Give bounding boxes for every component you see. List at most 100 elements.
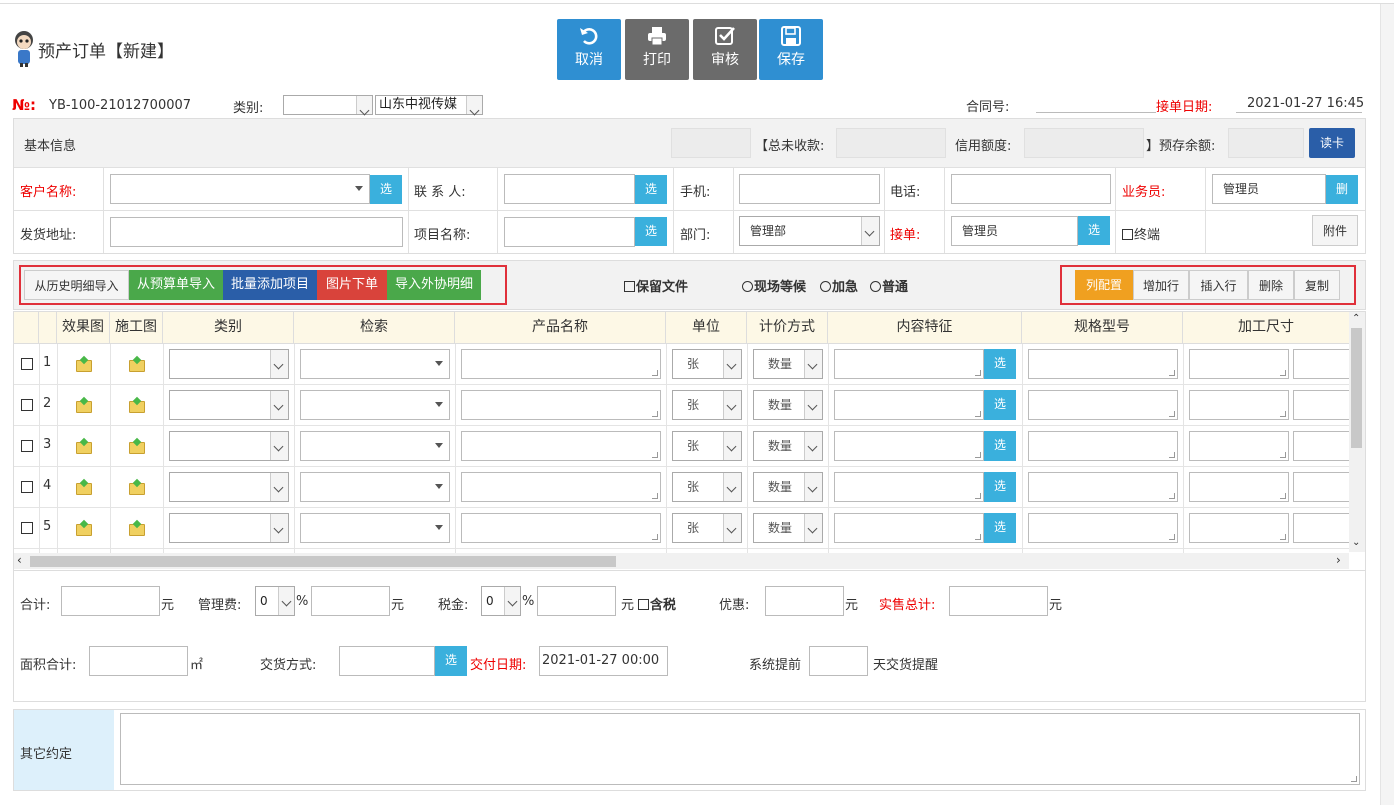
address-input[interactable] <box>110 217 403 247</box>
table-vscrollbar[interactable]: ⌃ ⌄ <box>1349 312 1365 552</box>
row-spec-input[interactable] <box>1028 431 1178 461</box>
table-hscroll-thumb[interactable] <box>30 556 616 567</box>
category-select[interactable] <box>283 95 373 115</box>
chevron-down-icon[interactable]: ⌄ <box>1352 538 1360 548</box>
cancel-button[interactable]: 取消 <box>557 19 621 80</box>
row-size-width-input[interactable] <box>1189 390 1289 420</box>
delivery-pick-button[interactable]: 选 <box>435 646 467 676</box>
insert-row-button[interactable]: 插入行 <box>1189 270 1248 300</box>
deliver-date-input[interactable]: 2021-01-27 00:00 <box>539 646 668 676</box>
row-size-height-input[interactable] <box>1293 431 1349 461</box>
row-pricing-select[interactable]: 数量 <box>753 349 823 379</box>
row-content-input[interactable] <box>834 349 984 379</box>
phone-input[interactable] <box>951 174 1111 204</box>
receiver-pick-button[interactable]: 选 <box>1078 216 1110 245</box>
upload-folder-icon[interactable] <box>76 442 92 454</box>
row-unit-select[interactable]: 张 <box>672 472 742 502</box>
delivery-input[interactable] <box>339 646 435 676</box>
image-order-button[interactable]: 图片下单 <box>317 270 387 300</box>
chevron-right-icon[interactable]: › <box>1336 553 1341 567</box>
delete-row-button[interactable]: 删除 <box>1248 270 1294 300</box>
audit-button[interactable]: 审核 <box>693 19 757 80</box>
chevron-left-icon[interactable]: ‹ <box>17 553 22 567</box>
table-hscrollbar[interactable]: ‹ › <box>14 553 1349 569</box>
row-spec-input[interactable] <box>1028 513 1178 543</box>
keep-file-checkbox[interactable]: 保留文件 <box>624 276 688 295</box>
row-pricing-select[interactable]: 数量 <box>753 390 823 420</box>
upload-folder-icon[interactable] <box>129 360 145 372</box>
outsource-import-button[interactable]: 导入外协明细 <box>387 270 481 300</box>
row-checkbox[interactable] <box>21 522 33 534</box>
row-content-pick-button[interactable]: 选 <box>984 513 1016 543</box>
salesman-input[interactable]: 管理员 <box>1212 174 1326 204</box>
customer-input[interactable] <box>110 174 370 204</box>
tax-included-checkbox[interactable]: 含税 <box>638 594 676 613</box>
row-checkbox[interactable] <box>21 481 33 493</box>
row-unit-select[interactable]: 张 <box>672 349 742 379</box>
company-select[interactable]: 山东中视传媒 <box>375 95 483 115</box>
contact-pick-button[interactable]: 选 <box>635 175 667 204</box>
area-input[interactable] <box>89 646 188 676</box>
table-vscroll-thumb[interactable] <box>1351 328 1362 448</box>
row-pricing-select[interactable]: 数量 <box>753 513 823 543</box>
urgent-radio[interactable]: 加急 <box>820 276 858 295</box>
row-size-width-input[interactable] <box>1189 472 1289 502</box>
upload-folder-icon[interactable] <box>76 360 92 372</box>
row-size-height-input[interactable] <box>1293 472 1349 502</box>
copy-row-button[interactable]: 复制 <box>1294 270 1340 300</box>
dept-select[interactable]: 管理部 <box>739 216 880 246</box>
row-search-combo[interactable] <box>300 349 450 379</box>
upload-folder-icon[interactable] <box>129 524 145 536</box>
row-category-select[interactable] <box>169 513 289 543</box>
row-content-input[interactable] <box>834 513 984 543</box>
row-spec-input[interactable] <box>1028 390 1178 420</box>
row-product-input[interactable] <box>461 513 661 543</box>
row-product-input[interactable] <box>461 472 661 502</box>
print-button[interactable]: 打印 <box>625 19 689 80</box>
read-card-button[interactable]: 读卡 <box>1309 128 1355 158</box>
row-size-width-input[interactable] <box>1189 431 1289 461</box>
row-spec-input[interactable] <box>1028 472 1178 502</box>
remind-days-input[interactable] <box>809 646 868 676</box>
row-content-input[interactable] <box>834 472 984 502</box>
row-spec-input[interactable] <box>1028 349 1178 379</box>
add-row-button[interactable]: 增加行 <box>1133 270 1189 300</box>
row-checkbox[interactable] <box>21 358 33 370</box>
upload-folder-icon[interactable] <box>129 442 145 454</box>
row-content-input[interactable] <box>834 390 984 420</box>
row-size-width-input[interactable] <box>1189 513 1289 543</box>
row-product-input[interactable] <box>461 390 661 420</box>
row-content-pick-button[interactable]: 选 <box>984 431 1016 461</box>
other-textarea[interactable] <box>120 713 1360 785</box>
row-size-width-input[interactable] <box>1189 349 1289 379</box>
batch-add-button[interactable]: 批量添加项目 <box>223 270 317 300</box>
wait-radio[interactable]: 现场等候 <box>742 276 806 295</box>
normal-radio[interactable]: 普通 <box>870 276 908 295</box>
mobile-input[interactable] <box>739 174 880 204</box>
row-category-select[interactable] <box>169 349 289 379</box>
upload-folder-icon[interactable] <box>76 483 92 495</box>
row-content-input[interactable] <box>834 431 984 461</box>
row-unit-select[interactable]: 张 <box>672 513 742 543</box>
receiver-input[interactable]: 管理员 <box>951 216 1078 246</box>
row-unit-select[interactable]: 张 <box>672 431 742 461</box>
row-search-combo[interactable] <box>300 431 450 461</box>
save-button[interactable]: 保存 <box>759 19 823 80</box>
project-input[interactable] <box>504 217 635 247</box>
row-product-input[interactable] <box>461 349 661 379</box>
upload-folder-icon[interactable] <box>129 483 145 495</box>
upload-folder-icon[interactable] <box>76 524 92 536</box>
row-content-pick-button[interactable]: 选 <box>984 349 1016 379</box>
row-pricing-select[interactable]: 数量 <box>753 472 823 502</box>
mgmt-select[interactable]: 0 <box>255 586 295 616</box>
row-category-select[interactable] <box>169 472 289 502</box>
row-search-combo[interactable] <box>300 472 450 502</box>
page-scrollbar[interactable] <box>1380 4 1394 805</box>
chevron-up-icon[interactable]: ⌃ <box>1352 314 1360 324</box>
resize-handle-icon[interactable] <box>1351 776 1357 782</box>
budget-import-button[interactable]: 从预算单导入 <box>129 270 223 300</box>
salesman-delete-button[interactable]: 删 <box>1326 175 1358 204</box>
upload-folder-icon[interactable] <box>76 401 92 413</box>
contact-input[interactable] <box>504 174 635 204</box>
row-search-combo[interactable] <box>300 390 450 420</box>
